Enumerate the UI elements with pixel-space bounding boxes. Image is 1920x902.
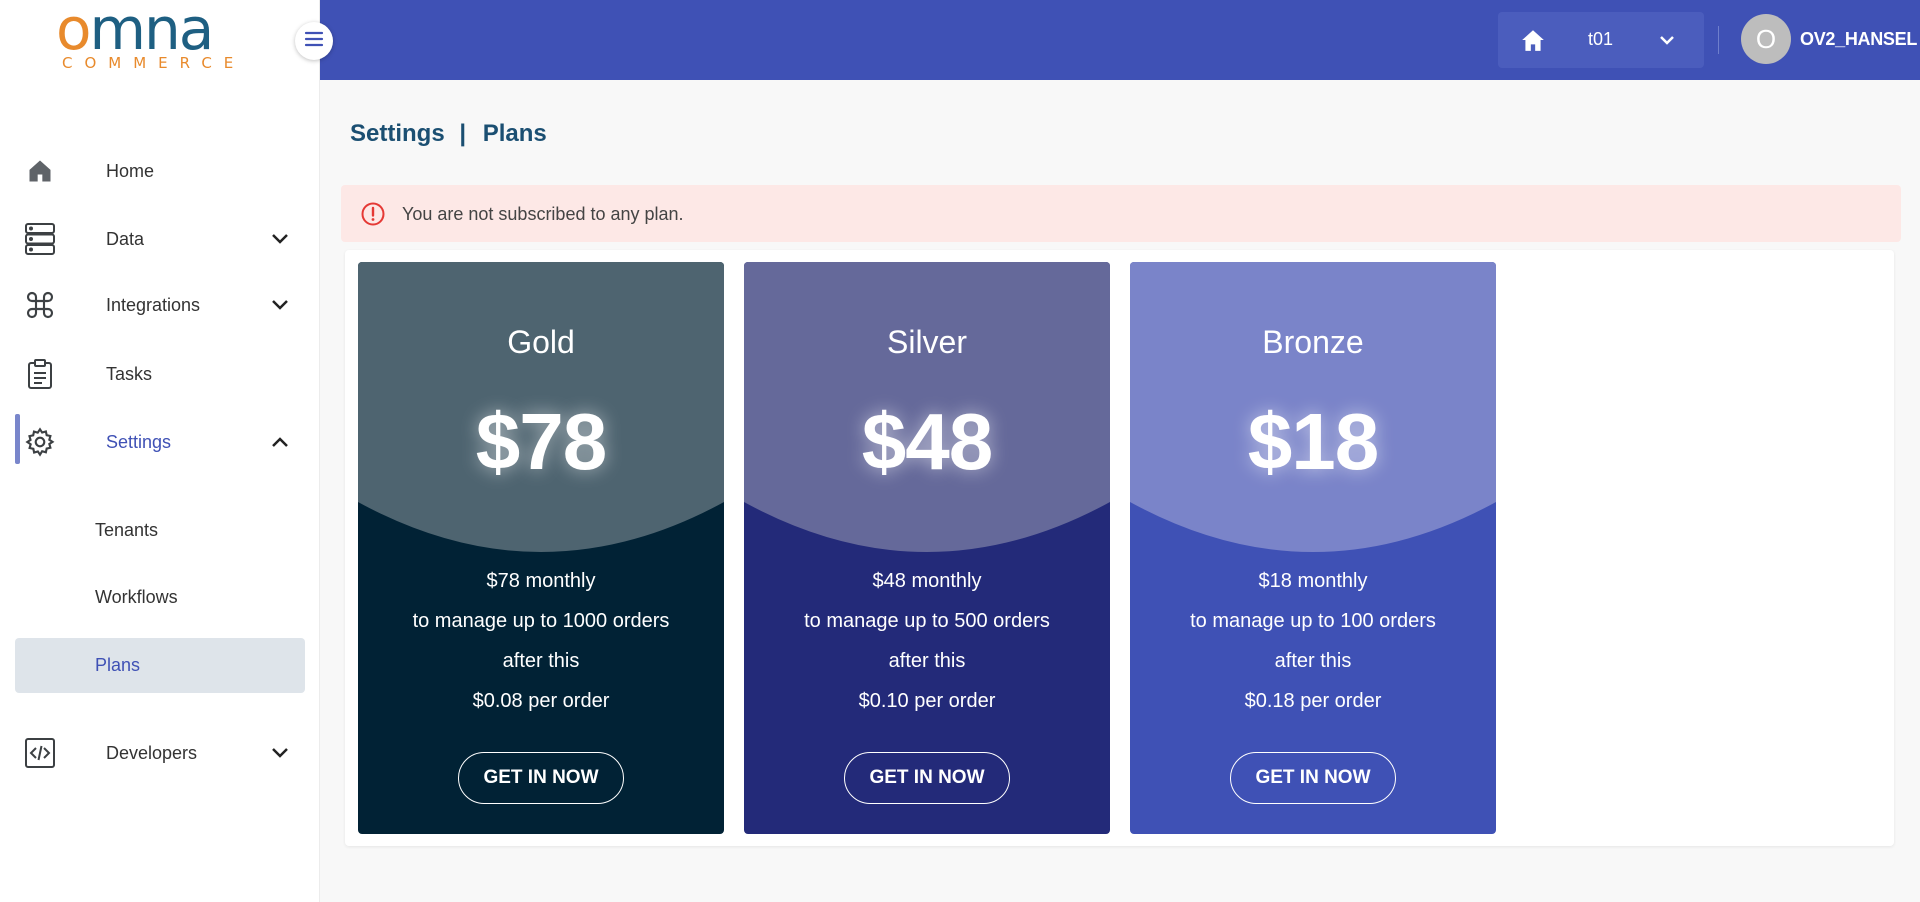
card-curve xyxy=(1130,502,1496,552)
chevron-down-icon xyxy=(1658,28,1676,57)
error-icon xyxy=(360,201,386,232)
tenant-selector[interactable]: t01 xyxy=(1498,12,1704,68)
tenant-name: t01 xyxy=(1588,29,1614,49)
username[interactable]: OV2_HANSEL xyxy=(1800,29,1917,50)
breadcrumb: Settings | Plans xyxy=(350,120,547,148)
chevron-down-icon[interactable] xyxy=(268,741,292,765)
get-in-now-button[interactable]: GET IN NOW xyxy=(1230,752,1396,804)
breadcrumb-section[interactable]: Settings xyxy=(350,120,445,147)
get-in-now-button[interactable]: GET IN NOW xyxy=(458,752,624,804)
sidebar-item-label: Settings xyxy=(106,431,172,452)
hamburger-icon xyxy=(304,31,324,52)
chevron-down-icon[interactable] xyxy=(268,293,292,317)
command-icon xyxy=(24,289,56,321)
logo-subtext: COMMERCE xyxy=(62,54,246,72)
clipboard-icon xyxy=(24,358,56,390)
plan-price: $48 xyxy=(861,397,993,486)
sidebar-subitem-label: Plans xyxy=(95,655,141,675)
plan-card-silver: Silver $48 $48 monthly to manage up to 5… xyxy=(744,262,1110,834)
plan-card-bronze: Bronze $18 $18 monthly to manage up to 1… xyxy=(1130,262,1496,834)
divider xyxy=(1718,26,1719,54)
plan-monthly: $78 monthly xyxy=(486,570,596,592)
plan-monthly: $48 monthly xyxy=(872,570,982,592)
card-curve xyxy=(358,502,724,552)
plan-per-order: $0.08 per order xyxy=(472,690,610,712)
chevron-up-icon[interactable] xyxy=(268,430,292,454)
sidebar-item-label: Home xyxy=(106,160,155,181)
sidebar-subitem-plans[interactable]: Plans xyxy=(15,638,305,693)
plan-card-gold: Gold $78 $78 monthly to manage up to 100… xyxy=(358,262,724,834)
sidebar-subitem-tenants[interactable]: Tenants xyxy=(15,503,305,558)
sidebar-item-label: Data xyxy=(106,228,145,249)
database-icon xyxy=(24,223,56,255)
get-in-now-button[interactable]: GET IN NOW xyxy=(844,752,1010,804)
plan-price: $18 xyxy=(1247,397,1379,486)
plan-after: after this xyxy=(1274,650,1352,672)
sidebar-item-tasks[interactable]: Tasks xyxy=(0,346,320,402)
sidebar-item-integrations[interactable]: Integrations xyxy=(0,277,320,333)
sidebar-item-developers[interactable]: Developers xyxy=(0,725,320,781)
logo-text: omna xyxy=(56,0,214,58)
plan-name: Silver xyxy=(886,324,967,360)
omna-commerce-logo[interactable]: omna COMMERCE xyxy=(56,0,262,74)
sidebar-subitem-label: Tenants xyxy=(95,520,159,540)
gear-icon xyxy=(24,426,56,458)
plan-per-order: $0.10 per order xyxy=(858,690,996,712)
plan-manage: to manage up to 500 orders xyxy=(804,610,1050,632)
sidebar: omna COMMERCE Home Data Integrations Tas… xyxy=(0,0,320,902)
plan-after: after this xyxy=(502,650,580,672)
menu-toggle-button[interactable] xyxy=(295,22,333,60)
plan-manage: to manage up to 100 orders xyxy=(1190,610,1436,632)
chevron-down-icon[interactable] xyxy=(268,227,292,251)
code-icon xyxy=(24,737,56,769)
top-app-bar: t01 O OV2_HANSEL xyxy=(320,0,1920,80)
plan-name: Bronze xyxy=(1262,324,1364,360)
home-icon xyxy=(24,155,56,187)
sidebar-subitem-workflows[interactable]: Workflows xyxy=(15,570,305,625)
sidebar-item-label: Integrations xyxy=(106,294,201,315)
plan-manage: to manage up to 1000 orders xyxy=(412,610,670,632)
plan-after: after this xyxy=(888,650,966,672)
breadcrumb-page: Plans xyxy=(482,120,547,147)
sidebar-item-settings[interactable]: Settings xyxy=(0,414,320,470)
plan-price: $78 xyxy=(475,397,607,486)
sidebar-subitem-label: Workflows xyxy=(95,587,178,607)
alert-message: You are not subscribed to any plan. xyxy=(402,204,684,224)
plan-name: Gold xyxy=(507,324,575,360)
plan-per-order: $0.18 per order xyxy=(1244,690,1382,712)
plan-monthly: $18 monthly xyxy=(1258,570,1368,592)
avatar[interactable]: O xyxy=(1741,14,1791,64)
card-curve xyxy=(744,502,1110,552)
home-icon xyxy=(1520,28,1546,57)
sidebar-item-home[interactable]: Home xyxy=(0,143,320,199)
sidebar-item-label: Developers xyxy=(106,742,198,763)
breadcrumb-separator: | xyxy=(459,120,467,147)
sidebar-item-label: Tasks xyxy=(106,363,153,384)
subscription-alert: You are not subscribed to any plan. xyxy=(341,185,1901,242)
sidebar-item-data[interactable]: Data xyxy=(0,211,320,267)
